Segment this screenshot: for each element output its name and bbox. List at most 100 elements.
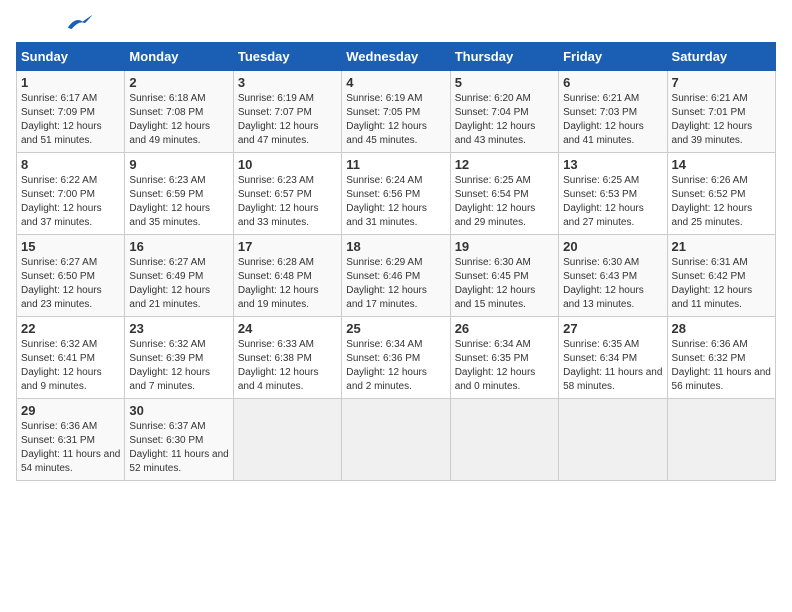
calendar-cell: 7 Sunrise: 6:21 AM Sunset: 7:01 PM Dayli… <box>667 71 775 153</box>
calendar-cell: 27 Sunrise: 6:35 AM Sunset: 6:34 PM Dayl… <box>559 317 667 399</box>
calendar-cell: 18 Sunrise: 6:29 AM Sunset: 6:46 PM Dayl… <box>342 235 450 317</box>
day-info: Sunrise: 6:30 AM Sunset: 6:43 PM Dayligh… <box>563 256 662 312</box>
calendar-week-row: 8 Sunrise: 6:22 AM Sunset: 7:00 PM Dayli… <box>17 153 776 235</box>
day-number: 28 <box>672 321 771 336</box>
calendar-table: SundayMondayTuesdayWednesdayThursdayFrid… <box>16 42 776 481</box>
calendar-cell: 10 Sunrise: 6:23 AM Sunset: 6:57 PM Dayl… <box>233 153 341 235</box>
calendar-cell: 15 Sunrise: 6:27 AM Sunset: 6:50 PM Dayl… <box>17 235 125 317</box>
day-info: Sunrise: 6:27 AM Sunset: 6:49 PM Dayligh… <box>129 256 228 312</box>
day-number: 19 <box>455 239 554 254</box>
day-info: Sunrise: 6:21 AM Sunset: 7:01 PM Dayligh… <box>672 92 771 148</box>
calendar-cell: 30 Sunrise: 6:37 AM Sunset: 6:30 PM Dayl… <box>125 399 233 481</box>
day-info: Sunrise: 6:33 AM Sunset: 6:38 PM Dayligh… <box>238 338 337 394</box>
day-info: Sunrise: 6:36 AM Sunset: 6:32 PM Dayligh… <box>672 338 771 394</box>
calendar-cell: 11 Sunrise: 6:24 AM Sunset: 6:56 PM Dayl… <box>342 153 450 235</box>
calendar-cell: 19 Sunrise: 6:30 AM Sunset: 6:45 PM Dayl… <box>450 235 558 317</box>
calendar-cell: 29 Sunrise: 6:36 AM Sunset: 6:31 PM Dayl… <box>17 399 125 481</box>
day-number: 20 <box>563 239 662 254</box>
day-number: 7 <box>672 75 771 90</box>
day-info: Sunrise: 6:25 AM Sunset: 6:54 PM Dayligh… <box>455 174 554 230</box>
weekday-header: Wednesday <box>342 43 450 71</box>
day-info: Sunrise: 6:35 AM Sunset: 6:34 PM Dayligh… <box>563 338 662 394</box>
calendar-cell: 4 Sunrise: 6:19 AM Sunset: 7:05 PM Dayli… <box>342 71 450 153</box>
day-info: Sunrise: 6:34 AM Sunset: 6:36 PM Dayligh… <box>346 338 445 394</box>
calendar-cell: 17 Sunrise: 6:28 AM Sunset: 6:48 PM Dayl… <box>233 235 341 317</box>
day-number: 25 <box>346 321 445 336</box>
calendar-cell: 16 Sunrise: 6:27 AM Sunset: 6:49 PM Dayl… <box>125 235 233 317</box>
calendar-cell: 5 Sunrise: 6:20 AM Sunset: 7:04 PM Dayli… <box>450 71 558 153</box>
day-number: 13 <box>563 157 662 172</box>
day-info: Sunrise: 6:24 AM Sunset: 6:56 PM Dayligh… <box>346 174 445 230</box>
day-number: 12 <box>455 157 554 172</box>
weekday-header-row: SundayMondayTuesdayWednesdayThursdayFrid… <box>17 43 776 71</box>
day-info: Sunrise: 6:37 AM Sunset: 6:30 PM Dayligh… <box>129 420 228 476</box>
calendar-cell: 2 Sunrise: 6:18 AM Sunset: 7:08 PM Dayli… <box>125 71 233 153</box>
day-number: 6 <box>563 75 662 90</box>
day-info: Sunrise: 6:29 AM Sunset: 6:46 PM Dayligh… <box>346 256 445 312</box>
calendar-cell: 12 Sunrise: 6:25 AM Sunset: 6:54 PM Dayl… <box>450 153 558 235</box>
calendar-cell <box>233 399 341 481</box>
calendar-cell <box>450 399 558 481</box>
calendar-cell <box>342 399 450 481</box>
day-number: 3 <box>238 75 337 90</box>
day-number: 26 <box>455 321 554 336</box>
day-number: 23 <box>129 321 228 336</box>
day-info: Sunrise: 6:23 AM Sunset: 6:57 PM Dayligh… <box>238 174 337 230</box>
calendar-cell: 3 Sunrise: 6:19 AM Sunset: 7:07 PM Dayli… <box>233 71 341 153</box>
calendar-cell: 24 Sunrise: 6:33 AM Sunset: 6:38 PM Dayl… <box>233 317 341 399</box>
day-info: Sunrise: 6:17 AM Sunset: 7:09 PM Dayligh… <box>21 92 120 148</box>
day-info: Sunrise: 6:25 AM Sunset: 6:53 PM Dayligh… <box>563 174 662 230</box>
calendar-cell: 28 Sunrise: 6:36 AM Sunset: 6:32 PM Dayl… <box>667 317 775 399</box>
calendar-week-row: 15 Sunrise: 6:27 AM Sunset: 6:50 PM Dayl… <box>17 235 776 317</box>
day-info: Sunrise: 6:22 AM Sunset: 7:00 PM Dayligh… <box>21 174 120 230</box>
day-number: 8 <box>21 157 120 172</box>
day-number: 21 <box>672 239 771 254</box>
calendar-cell <box>559 399 667 481</box>
calendar-week-row: 22 Sunrise: 6:32 AM Sunset: 6:41 PM Dayl… <box>17 317 776 399</box>
day-info: Sunrise: 6:36 AM Sunset: 6:31 PM Dayligh… <box>21 420 120 476</box>
calendar-cell: 14 Sunrise: 6:26 AM Sunset: 6:52 PM Dayl… <box>667 153 775 235</box>
weekday-header: Monday <box>125 43 233 71</box>
calendar-cell: 23 Sunrise: 6:32 AM Sunset: 6:39 PM Dayl… <box>125 317 233 399</box>
calendar-cell: 20 Sunrise: 6:30 AM Sunset: 6:43 PM Dayl… <box>559 235 667 317</box>
day-info: Sunrise: 6:31 AM Sunset: 6:42 PM Dayligh… <box>672 256 771 312</box>
day-info: Sunrise: 6:18 AM Sunset: 7:08 PM Dayligh… <box>129 92 228 148</box>
day-number: 11 <box>346 157 445 172</box>
day-number: 22 <box>21 321 120 336</box>
calendar-cell: 26 Sunrise: 6:34 AM Sunset: 6:35 PM Dayl… <box>450 317 558 399</box>
calendar-week-row: 1 Sunrise: 6:17 AM Sunset: 7:09 PM Dayli… <box>17 71 776 153</box>
day-info: Sunrise: 6:27 AM Sunset: 6:50 PM Dayligh… <box>21 256 120 312</box>
logo <box>16 16 94 32</box>
day-info: Sunrise: 6:26 AM Sunset: 6:52 PM Dayligh… <box>672 174 771 230</box>
calendar-cell: 25 Sunrise: 6:34 AM Sunset: 6:36 PM Dayl… <box>342 317 450 399</box>
day-info: Sunrise: 6:32 AM Sunset: 6:41 PM Dayligh… <box>21 338 120 394</box>
day-info: Sunrise: 6:19 AM Sunset: 7:05 PM Dayligh… <box>346 92 445 148</box>
logo-bird-icon <box>64 12 94 32</box>
weekday-header: Sunday <box>17 43 125 71</box>
weekday-header: Thursday <box>450 43 558 71</box>
weekday-header: Tuesday <box>233 43 341 71</box>
weekday-header: Saturday <box>667 43 775 71</box>
day-info: Sunrise: 6:34 AM Sunset: 6:35 PM Dayligh… <box>455 338 554 394</box>
day-number: 4 <box>346 75 445 90</box>
day-number: 5 <box>455 75 554 90</box>
day-number: 17 <box>238 239 337 254</box>
calendar-cell: 9 Sunrise: 6:23 AM Sunset: 6:59 PM Dayli… <box>125 153 233 235</box>
calendar-cell: 13 Sunrise: 6:25 AM Sunset: 6:53 PM Dayl… <box>559 153 667 235</box>
calendar-cell <box>667 399 775 481</box>
day-info: Sunrise: 6:32 AM Sunset: 6:39 PM Dayligh… <box>129 338 228 394</box>
calendar-cell: 22 Sunrise: 6:32 AM Sunset: 6:41 PM Dayl… <box>17 317 125 399</box>
day-info: Sunrise: 6:30 AM Sunset: 6:45 PM Dayligh… <box>455 256 554 312</box>
calendar-week-row: 29 Sunrise: 6:36 AM Sunset: 6:31 PM Dayl… <box>17 399 776 481</box>
day-number: 1 <box>21 75 120 90</box>
day-info: Sunrise: 6:28 AM Sunset: 6:48 PM Dayligh… <box>238 256 337 312</box>
day-number: 10 <box>238 157 337 172</box>
day-info: Sunrise: 6:21 AM Sunset: 7:03 PM Dayligh… <box>563 92 662 148</box>
day-info: Sunrise: 6:23 AM Sunset: 6:59 PM Dayligh… <box>129 174 228 230</box>
calendar-cell: 1 Sunrise: 6:17 AM Sunset: 7:09 PM Dayli… <box>17 71 125 153</box>
calendar-cell: 21 Sunrise: 6:31 AM Sunset: 6:42 PM Dayl… <box>667 235 775 317</box>
day-number: 2 <box>129 75 228 90</box>
day-number: 29 <box>21 403 120 418</box>
day-number: 14 <box>672 157 771 172</box>
calendar-cell: 8 Sunrise: 6:22 AM Sunset: 7:00 PM Dayli… <box>17 153 125 235</box>
